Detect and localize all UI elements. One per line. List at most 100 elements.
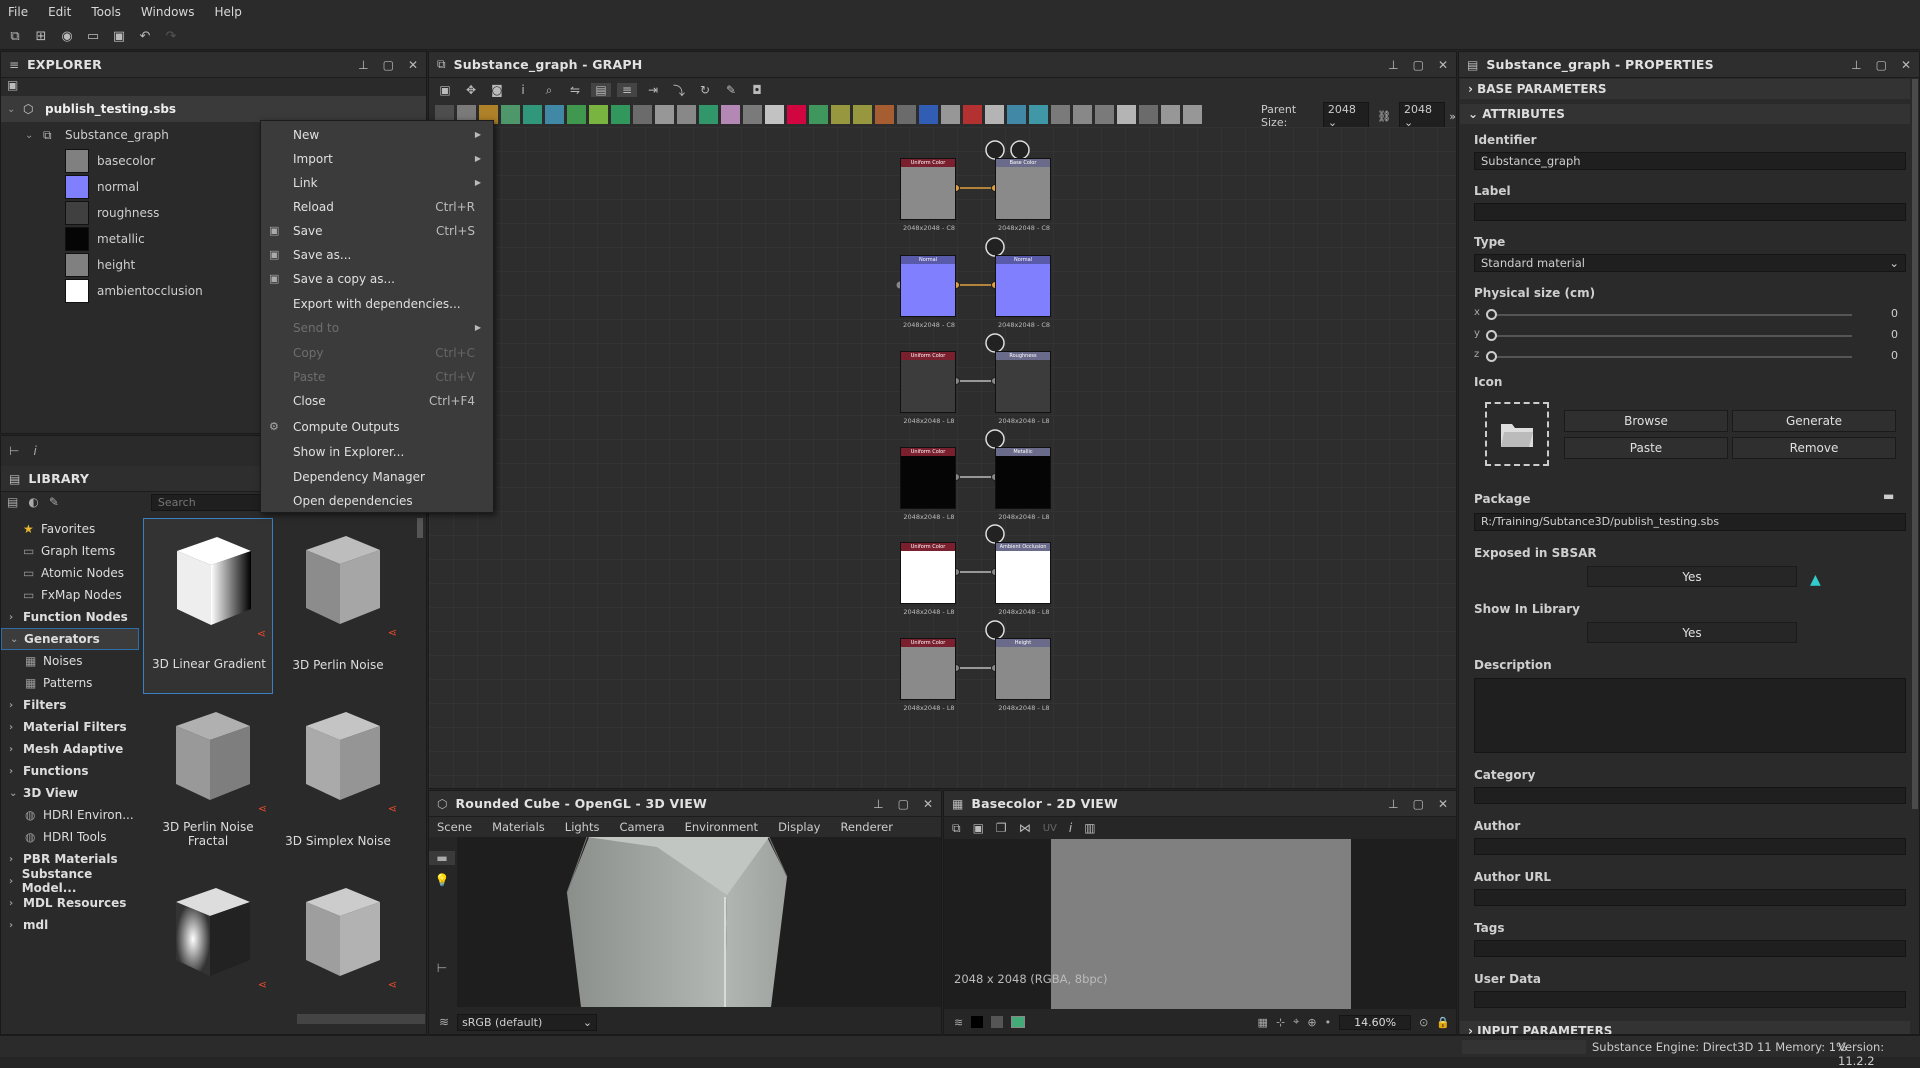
light-icon[interactable]: 💡 xyxy=(429,873,455,887)
graph-node[interactable]: Uniform Color 2048x2048 - L8 xyxy=(900,351,956,425)
lock-icon[interactable]: 🔒 xyxy=(1436,1016,1450,1029)
node-type-icon[interactable] xyxy=(1183,104,1202,124)
filter-icon[interactable]: ◐ xyxy=(28,495,38,509)
library-category[interactable]: ◍ HDRI Tools xyxy=(1,826,139,848)
context-menu-item[interactable]: Send to ▶ xyxy=(261,318,493,338)
zoom-field[interactable]: 14.60% xyxy=(1339,1014,1412,1030)
view3d-menu-item[interactable]: Camera xyxy=(619,820,664,834)
view3d-menu-item[interactable]: Lights xyxy=(565,820,600,834)
pin-icon[interactable]: ⊥ xyxy=(1851,58,1861,72)
graph-node[interactable]: Roughness 2048x2048 - L8 xyxy=(995,351,1051,425)
pin-icon[interactable]: ⤵ xyxy=(669,82,689,99)
black-bg-button[interactable] xyxy=(971,1016,984,1028)
context-menu-item[interactable]: ⚙ Compute Outputs xyxy=(261,417,493,437)
hierarchy-icon[interactable]: ⊢ xyxy=(429,961,455,975)
view3d-menu-item[interactable]: Materials xyxy=(492,820,545,834)
grid-icon[interactable]: ≡ xyxy=(617,83,637,97)
open-icon[interactable]: ▭ xyxy=(84,29,102,45)
node-type-icon[interactable] xyxy=(765,104,784,124)
close-icon[interactable]: ✕ xyxy=(1438,797,1448,811)
connect-icon[interactable]: ⇥ xyxy=(643,83,663,97)
node-type-icon[interactable] xyxy=(611,104,630,124)
library-category[interactable]: › Functions xyxy=(1,760,139,782)
tiling-icon[interactable]: ⊹ xyxy=(1276,1016,1285,1029)
viewport-3d[interactable] xyxy=(457,837,941,1007)
library-item[interactable]: ⋖ 3D Linear Gradient xyxy=(143,518,273,694)
pin-icon[interactable]: ⊥ xyxy=(1388,58,1398,72)
move-icon[interactable]: ✥ xyxy=(461,83,481,97)
pin-icon[interactable]: ⊥ xyxy=(358,58,368,72)
graph-canvas[interactable]: Uniform Color 2048x2048 - C8 Base Color 204… xyxy=(429,127,1456,788)
node-type-icon[interactable] xyxy=(743,104,762,124)
library-category[interactable]: ⌄ Generators xyxy=(1,628,139,650)
context-menu-item[interactable]: Open dependencies xyxy=(261,491,493,511)
node-type-icon[interactable] xyxy=(919,104,938,124)
node-type-icon[interactable] xyxy=(1095,104,1114,124)
library-category[interactable]: › Material Filters xyxy=(1,716,139,738)
horizontal-scrollbar[interactable] xyxy=(297,1014,425,1024)
node-type-icon[interactable] xyxy=(1073,104,1092,124)
new-substance-icon[interactable]: ◉ xyxy=(58,29,76,45)
view-icon[interactable]: ◘ xyxy=(747,83,767,97)
float-icon[interactable]: ▢ xyxy=(1413,797,1424,811)
redo-icon[interactable]: ↷ xyxy=(162,29,180,45)
link-icon[interactable]: ⛓ xyxy=(1377,110,1391,123)
layers-icon[interactable]: ≋ xyxy=(954,1016,963,1029)
export-icon[interactable]: ⧉ xyxy=(952,821,961,836)
view3d-menu-item[interactable]: Display xyxy=(778,820,820,834)
node-type-icon[interactable] xyxy=(721,104,740,124)
menu-tools[interactable]: Tools xyxy=(91,5,121,19)
node-type-icon[interactable] xyxy=(985,104,1004,124)
node-type-icon[interactable] xyxy=(853,104,872,124)
library-category[interactable]: ▭ Graph Items xyxy=(1,540,139,562)
view3d-menu-item[interactable]: Environment xyxy=(685,820,758,834)
view3d-menu-item[interactable]: Scene xyxy=(437,820,472,834)
library-category[interactable]: › MDL Resources xyxy=(1,892,139,914)
pin-icon[interactable]: ⊥ xyxy=(1388,797,1398,811)
node-type-icon[interactable] xyxy=(567,104,586,124)
histogram-icon[interactable]: ▥ xyxy=(1084,821,1095,835)
parent-size-select[interactable]: 2048 ⌄ xyxy=(1322,102,1370,130)
new-package-icon[interactable]: ⊞ xyxy=(32,29,50,45)
node-type-icon[interactable] xyxy=(1051,104,1070,124)
close-icon[interactable]: ✕ xyxy=(923,797,933,811)
fit-icon[interactable]: ⌖ xyxy=(1293,1015,1299,1029)
layout-icon[interactable]: ▤ xyxy=(591,83,611,97)
float-icon[interactable]: ▢ xyxy=(383,58,394,72)
chevron-down-icon[interactable]: ⌄ xyxy=(25,130,43,141)
library-scrollbar[interactable] xyxy=(417,518,423,538)
context-menu-item[interactable]: Import ▶ xyxy=(261,149,493,169)
context-menu-item[interactable]: Reload Ctrl+R xyxy=(261,197,493,217)
node-type-icon[interactable] xyxy=(875,104,894,124)
node-type-icon[interactable] xyxy=(699,104,718,124)
node-type-icon[interactable] xyxy=(523,104,542,124)
node-type-icon[interactable] xyxy=(633,104,652,124)
chevron-down-icon[interactable]: ⌄ xyxy=(7,104,23,115)
camera-icon[interactable]: ◙ xyxy=(487,83,507,97)
undo-icon[interactable]: ↶ xyxy=(136,29,154,45)
center-icon[interactable]: ⊕ xyxy=(1307,1016,1316,1029)
graph-node[interactable]: Normal 2048x2048 - C8 xyxy=(900,255,956,329)
node-type-icon[interactable] xyxy=(589,104,608,124)
float-icon[interactable]: ▢ xyxy=(1413,58,1424,72)
close-icon[interactable]: ✕ xyxy=(408,58,418,72)
search-icon[interactable]: ⌕ xyxy=(539,83,559,98)
node-type-icon[interactable] xyxy=(655,104,674,124)
library-category[interactable]: ▭ FxMap Nodes xyxy=(1,584,139,606)
library-item[interactable]: ⋖ xyxy=(273,870,403,1018)
add-folder-icon[interactable]: ▤ xyxy=(7,495,18,509)
hierarchy-icon[interactable]: ⊢ xyxy=(9,444,19,458)
library-item[interactable]: ⋖ xyxy=(143,870,273,1018)
graph-node[interactable]: Metallic 2048x2048 - L8 xyxy=(995,447,1051,521)
context-menu-item[interactable]: Show in Explorer... xyxy=(261,442,493,462)
context-menu-item[interactable]: Paste Ctrl+V xyxy=(261,367,493,387)
float-icon[interactable]: ▢ xyxy=(1876,58,1887,72)
node-type-icon[interactable] xyxy=(1139,104,1158,124)
graph-node[interactable]: Ambient Occlusion 2048x2048 - L8 xyxy=(995,542,1051,616)
edit-icon[interactable]: ✎ xyxy=(49,495,59,509)
graph-node[interactable]: Uniform Color 2048x2048 - L8 xyxy=(900,542,956,616)
graph-node[interactable]: Base Color 2048x2048 - C8 xyxy=(995,158,1051,232)
node-type-icon[interactable] xyxy=(1117,104,1136,124)
menu-edit[interactable]: Edit xyxy=(48,5,71,19)
pin-icon[interactable]: ⊥ xyxy=(873,797,883,811)
